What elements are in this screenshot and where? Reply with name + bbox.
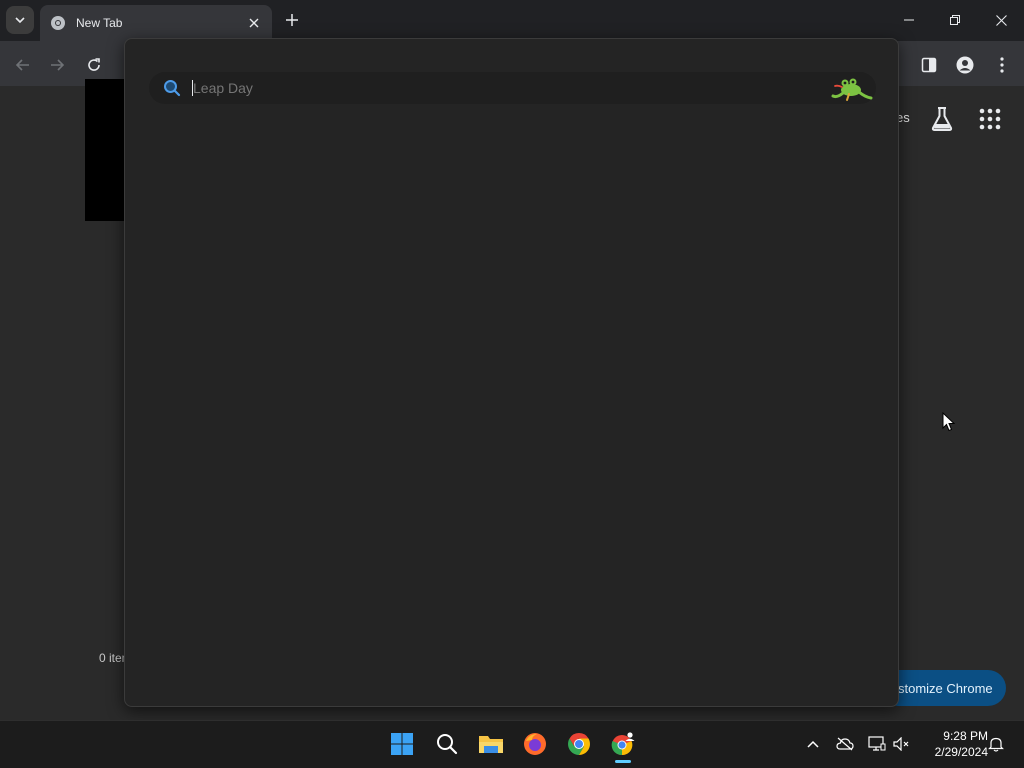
apps-grid-icon[interactable] xyxy=(978,107,1002,131)
text-caret xyxy=(192,80,193,96)
side-panel: 0 items xyxy=(85,79,125,671)
arrow-left-icon xyxy=(15,59,29,71)
clock-date: 2/29/2024 xyxy=(934,745,988,759)
minimize-button[interactable] xyxy=(894,6,924,34)
bell-icon xyxy=(988,737,1004,752)
plus-icon xyxy=(286,14,298,26)
tab-close-button[interactable] xyxy=(246,15,262,31)
search-icon xyxy=(437,734,458,755)
tab-new-tab[interactable]: New Tab xyxy=(40,5,272,41)
chevron-down-icon xyxy=(15,17,25,24)
chrome-profile-button[interactable] xyxy=(607,728,639,760)
chrome-icon xyxy=(51,16,65,30)
clock-time: 9:28 PM xyxy=(943,729,988,743)
omnibox[interactable] xyxy=(149,72,876,104)
close-window-button[interactable] xyxy=(986,6,1016,34)
customize-chrome-label: stomize Chrome xyxy=(898,681,993,696)
tab-title: New Tab xyxy=(76,16,123,30)
volume-button[interactable] xyxy=(892,734,912,754)
side-panel-button[interactable] xyxy=(916,52,942,78)
restore-button[interactable] xyxy=(940,6,970,34)
chrome-profile-icon xyxy=(611,732,635,756)
chrome-button[interactable] xyxy=(563,728,595,760)
system-clock[interactable]: 9:28 PM 2/29/2024 xyxy=(918,728,988,760)
close-icon xyxy=(249,18,259,28)
active-app-indicator xyxy=(615,760,631,763)
side-panel-item-count: 0 items xyxy=(99,651,125,665)
taskbar-search-button[interactable] xyxy=(431,728,463,760)
restore-icon xyxy=(950,15,960,25)
chrome-icon xyxy=(568,733,590,755)
forward-button[interactable] xyxy=(44,52,70,78)
new-tab-button[interactable] xyxy=(280,8,304,32)
windows-start-icon xyxy=(391,733,413,755)
side-panel-icon xyxy=(921,57,937,73)
kebab-menu-icon xyxy=(1000,57,1004,73)
close-icon xyxy=(995,14,1007,26)
chrome-menu-button[interactable] xyxy=(989,52,1015,78)
search-icon xyxy=(164,80,181,97)
chevron-up-icon xyxy=(807,740,819,748)
speaker-muted-icon xyxy=(893,737,909,751)
flask-icon[interactable] xyxy=(930,106,954,132)
omnibox-input[interactable] xyxy=(193,78,793,98)
network-icon xyxy=(868,736,886,751)
minimize-icon xyxy=(904,19,914,21)
file-explorer-button[interactable] xyxy=(475,728,507,760)
title-bar: New Tab xyxy=(0,0,1024,41)
start-button[interactable] xyxy=(386,728,418,760)
profile-button[interactable] xyxy=(952,52,978,78)
network-button[interactable] xyxy=(867,734,887,754)
onedrive-button[interactable] xyxy=(835,734,855,754)
folder-icon xyxy=(479,736,503,753)
show-hidden-icons-button[interactable] xyxy=(803,734,823,754)
leap-day-frog-icon[interactable] xyxy=(829,74,873,102)
mouse-cursor-icon xyxy=(942,412,956,432)
tab-search-button[interactable] xyxy=(6,6,34,34)
reload-button[interactable] xyxy=(81,52,107,78)
arrow-right-icon xyxy=(51,59,65,71)
profile-icon xyxy=(956,56,974,74)
reload-icon xyxy=(88,58,100,71)
omnibox-popup xyxy=(124,38,899,707)
back-button[interactable] xyxy=(10,52,36,78)
cloud-offline-icon xyxy=(836,737,854,751)
firefox-button[interactable] xyxy=(519,728,551,760)
firefox-icon xyxy=(524,733,546,755)
side-panel-header xyxy=(85,79,125,221)
notifications-button[interactable] xyxy=(986,734,1006,754)
